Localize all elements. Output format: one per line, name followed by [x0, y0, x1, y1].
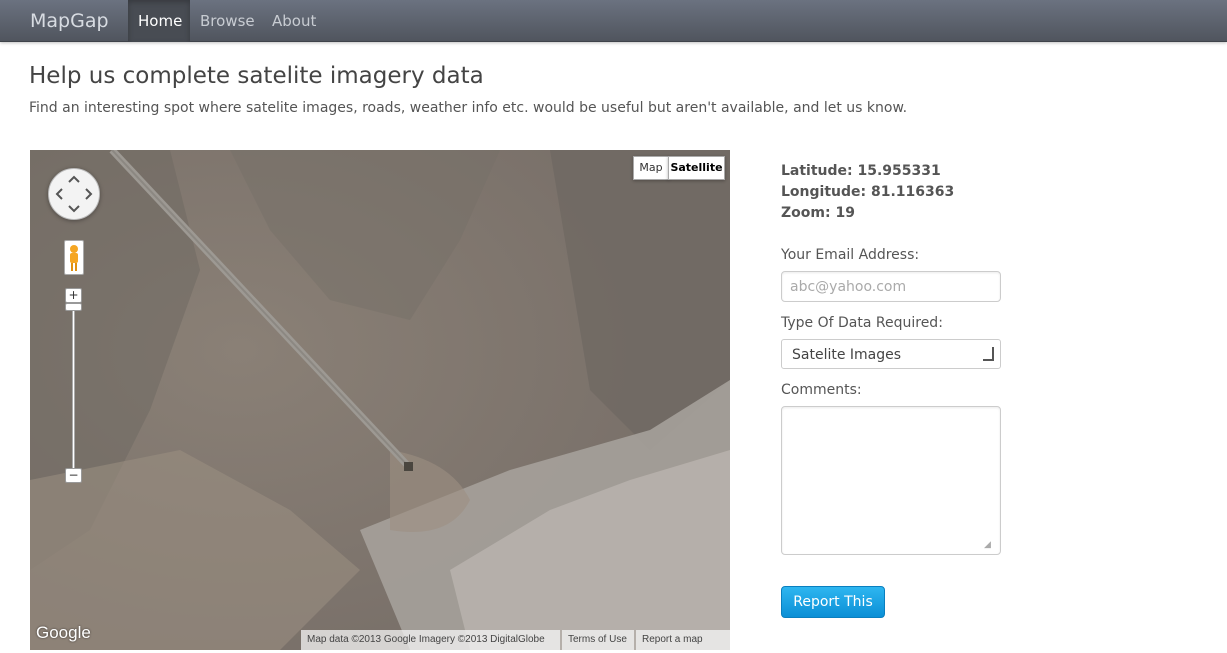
pan-control[interactable] [48, 168, 100, 220]
longitude-readout: Longitude: 81.116363 [781, 184, 955, 200]
nav-browse[interactable]: Browse [190, 0, 265, 42]
resize-grip-icon[interactable]: ◢ [984, 540, 994, 550]
nav-about[interactable]: About [262, 0, 326, 42]
latitude-readout: Latitude: 15.955331 [781, 163, 941, 179]
zoom-slider-track[interactable] [72, 303, 75, 469]
zoom-slider-handle[interactable] [65, 303, 82, 311]
zoom-out-button[interactable]: − [65, 468, 82, 483]
terms-of-use-link[interactable]: Terms of Use [562, 630, 634, 650]
map-attribution: Map data ©2013 Google Imagery ©2013 Digi… [301, 630, 560, 650]
comments-textarea[interactable] [781, 406, 1001, 555]
brand-logo[interactable]: MapGap [30, 10, 109, 32]
email-input[interactable] [781, 271, 1001, 302]
page-subtitle: Find an interesting spot where satelite … [29, 100, 908, 116]
dropdown-arrow-icon [983, 347, 994, 361]
pegman-icon [70, 245, 78, 271]
pan-arrows-icon [55, 175, 93, 213]
report-this-button[interactable]: Report This [781, 586, 885, 618]
zoom-in-button[interactable]: + [65, 288, 82, 303]
satellite-imagery [30, 150, 730, 650]
nav-home[interactable]: Home [128, 0, 190, 42]
comments-label: Comments: [781, 382, 862, 398]
data-type-select[interactable]: Satelite Images [781, 339, 1001, 369]
google-logo[interactable]: Google [36, 623, 91, 643]
page-title: Help us complete satelite imagery data [29, 63, 484, 89]
street-view-pegman[interactable] [64, 240, 84, 275]
satellite-map[interactable] [30, 150, 730, 650]
map-type-map-button[interactable]: Map [633, 156, 669, 180]
data-type-selected-value: Satelite Images [792, 347, 902, 363]
data-type-label: Type Of Data Required: [781, 315, 943, 331]
navbar: MapGap Home Browse About [0, 0, 1227, 42]
zoom-readout: Zoom: 19 [781, 205, 855, 221]
email-label: Your Email Address: [781, 247, 920, 263]
map-type-satellite-button[interactable]: Satellite [668, 156, 725, 180]
report-map-error-link[interactable]: Report a map error [636, 630, 730, 650]
